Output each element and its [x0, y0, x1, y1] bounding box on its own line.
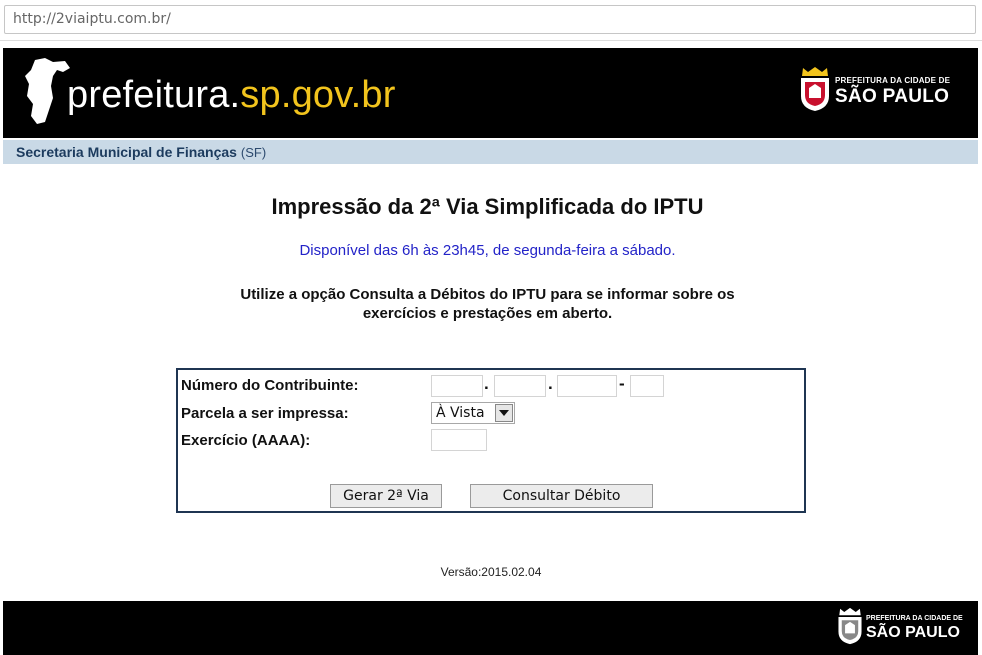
sao-paulo-title: SÃO PAULO [835, 86, 950, 107]
contribuinte-digit-input[interactable] [630, 375, 664, 397]
parcela-label: Parcela a ser impressa: [181, 405, 349, 422]
department-abbr: (SF) [240, 145, 267, 160]
footer-prefeitura-logo[interactable]: PREFEITURA DA CIDADE DE SÃO PAULO [836, 607, 968, 649]
contribuinte-part-1-input[interactable] [431, 375, 483, 397]
brand-part-prefeitura: prefeitura. [67, 74, 241, 116]
contribuinte-label: Número do Contribuinte: [181, 377, 359, 394]
contribuinte-sep-dot-2: . [548, 374, 553, 393]
footer-crest-icon [838, 607, 862, 645]
exercicio-label: Exercício (AAAA): [181, 432, 311, 449]
contribuinte-sep-dot-1: . [484, 374, 489, 393]
gerar-2via-button[interactable]: Gerar 2ª Via [330, 484, 442, 508]
brand-part-domain: sp.gov.br [240, 74, 396, 116]
site-footer: PREFEITURA DA CIDADE DE SÃO PAULO [3, 601, 978, 655]
version-label: Versão:2015.02.04 [440, 565, 542, 579]
department-name[interactable]: Secretaria Municipal de Finanças [16, 144, 237, 160]
brand-wordmark[interactable]: prefeitura.sp.gov.br [67, 74, 396, 117]
page-title: Impressão da 2ª Via Simplificada do IPTU [271, 194, 704, 219]
contribuinte-sep-dash: - [619, 374, 625, 393]
note-line-2: exercícios e prestações em aberto. [362, 305, 613, 322]
note-line-1: Utilize a opção Consulta a Débitos do IP… [240, 286, 735, 303]
department-bar: Secretaria Municipal de Finanças (SF) [3, 140, 978, 164]
footer-sao-paulo-title: SÃO PAULO [866, 624, 960, 641]
iptu-form: Número do Contribuinte: . . - Parcela a … [176, 368, 806, 513]
city-crest-icon [801, 67, 829, 111]
sp-map-logo-icon [25, 58, 70, 124]
url-field[interactable]: http://2viaiptu.com.br/ [4, 5, 976, 34]
availability-notice: Disponível das 6h às 23h45, de segunda-f… [299, 242, 676, 259]
prefeitura-logo[interactable]: PREFEITURA DA CIDADE DE SÃO PAULO [798, 66, 958, 114]
consulta-note: Utilize a opção Consulta a Débitos do IP… [0, 285, 975, 323]
exercicio-input[interactable] [431, 429, 487, 451]
dropdown-arrow-icon[interactable] [495, 404, 513, 422]
consultar-debito-button[interactable]: Consultar Débito [470, 484, 653, 508]
footer-prefeitura-caption: PREFEITURA DA CIDADE DE [866, 615, 963, 622]
contribuinte-part-3-input[interactable] [557, 375, 617, 397]
site-header: prefeitura.sp.gov.br PREFEITURA DA CIDAD… [3, 48, 978, 138]
browser-address-bar: http://2viaiptu.com.br/ [0, 0, 982, 41]
department-name-wrapper: Secretaria Municipal de Finanças (SF) [16, 144, 266, 160]
url-text: http://2viaiptu.com.br/ [13, 11, 171, 27]
prefeitura-caption: PREFEITURA DA CIDADE DE [835, 76, 951, 85]
parcela-selected-value: À Vista [436, 405, 485, 421]
contribuinte-part-2-input[interactable] [494, 375, 546, 397]
parcela-select[interactable]: À Vista [431, 402, 515, 424]
